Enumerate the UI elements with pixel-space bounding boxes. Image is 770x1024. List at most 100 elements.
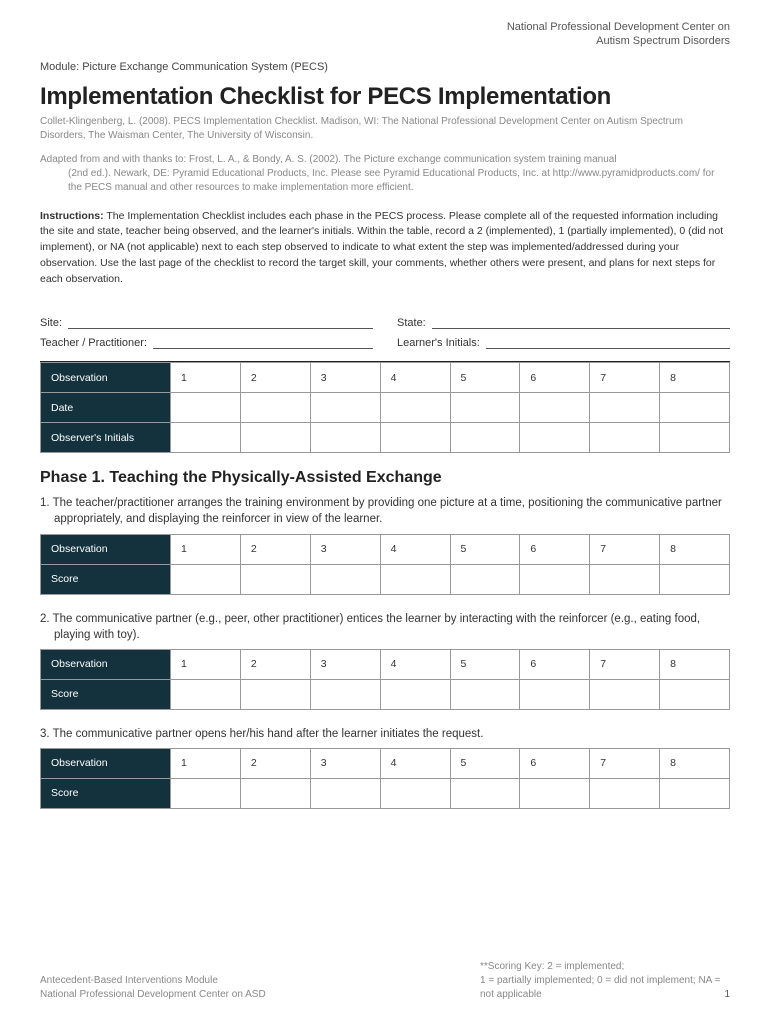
observation-date-table: Observation 1 2 3 4 5 6 7 8 Date Observe… [40, 362, 730, 453]
date-cell[interactable] [660, 393, 730, 423]
obs-col: 2 [240, 363, 310, 393]
adapted-lead: Adapted from and with thanks to: Frost, … [40, 154, 617, 165]
score-cell[interactable] [171, 778, 241, 808]
date-cell[interactable] [171, 393, 241, 423]
instructions-body: The Implementation Checklist includes ea… [40, 210, 723, 285]
score-cell[interactable] [171, 679, 241, 709]
score-cell[interactable] [380, 679, 450, 709]
step1-score-table: Observation 12345678 Score [40, 534, 730, 595]
teacher-input-line[interactable] [153, 335, 373, 349]
step-1: 1. The teacher/practitioner arranges the… [40, 495, 730, 527]
state-input-line[interactable] [432, 315, 730, 329]
score-cell[interactable] [310, 679, 380, 709]
obs-col: 6 [520, 649, 590, 679]
obs-col: 1 [171, 748, 241, 778]
date-cell[interactable] [310, 393, 380, 423]
scoring-key-line2: 1 = partially implemented; 0 = did not i… [480, 975, 720, 1000]
obs-col: 7 [590, 534, 660, 564]
score-cell[interactable] [660, 778, 730, 808]
org-line1: National Professional Development Center… [507, 21, 730, 33]
score-cell[interactable] [520, 679, 590, 709]
obs-col: 7 [590, 748, 660, 778]
obs-col: 4 [380, 748, 450, 778]
score-cell[interactable] [590, 679, 660, 709]
score-cell[interactable] [450, 564, 520, 594]
table-row: Observation 12345678 [41, 748, 730, 778]
obs-col: 5 [450, 534, 520, 564]
instructions-block: Instructions: The Implementation Checkli… [40, 209, 730, 288]
observer-cell[interactable] [590, 423, 660, 453]
obs-col: 8 [660, 748, 730, 778]
table-row: Score [41, 679, 730, 709]
table-row: Observation 12345678 [41, 534, 730, 564]
page-title: Implementation Checklist for PECS Implem… [40, 83, 730, 111]
score-cell[interactable] [660, 564, 730, 594]
table-row: Observer's Initials [41, 423, 730, 453]
date-cell[interactable] [590, 393, 660, 423]
row-header-observation: Observation [41, 748, 171, 778]
instructions-label: Instructions: [40, 210, 104, 222]
row-header-observation: Observation [41, 363, 171, 393]
org-header: National Professional Development Center… [40, 20, 730, 49]
score-cell[interactable] [590, 778, 660, 808]
score-cell[interactable] [520, 564, 590, 594]
score-cell[interactable] [380, 778, 450, 808]
obs-col: 8 [660, 534, 730, 564]
score-cell[interactable] [380, 564, 450, 594]
obs-col: 7 [590, 649, 660, 679]
page-number: 1 [724, 988, 730, 1002]
obs-col: 6 [520, 748, 590, 778]
state-label: State: [397, 317, 432, 329]
observer-cell[interactable] [450, 423, 520, 453]
obs-col: 7 [590, 363, 660, 393]
site-label: Site: [40, 317, 68, 329]
observer-cell[interactable] [520, 423, 590, 453]
obs-col: 4 [380, 363, 450, 393]
observer-cell[interactable] [171, 423, 241, 453]
row-header-date: Date [41, 393, 171, 423]
score-cell[interactable] [240, 679, 310, 709]
obs-col: 5 [450, 748, 520, 778]
obs-col: 8 [660, 649, 730, 679]
score-cell[interactable] [240, 778, 310, 808]
obs-col: 3 [310, 363, 380, 393]
page-footer: Antecedent-Based Interventions Module Na… [40, 960, 730, 1002]
date-cell[interactable] [380, 393, 450, 423]
score-cell[interactable] [520, 778, 590, 808]
table-row: Score [41, 564, 730, 594]
score-cell[interactable] [240, 564, 310, 594]
row-header-score: Score [41, 564, 171, 594]
obs-col: 6 [520, 363, 590, 393]
row-header-observer: Observer's Initials [41, 423, 171, 453]
score-cell[interactable] [590, 564, 660, 594]
obs-col: 1 [171, 534, 241, 564]
observer-cell[interactable] [310, 423, 380, 453]
step2-score-table: Observation 12345678 Score [40, 649, 730, 710]
observer-cell[interactable] [380, 423, 450, 453]
form-fields: Site: State: Teacher / Practitioner: Lea… [40, 315, 730, 349]
score-cell[interactable] [450, 778, 520, 808]
row-header-observation: Observation [41, 649, 171, 679]
date-cell[interactable] [450, 393, 520, 423]
score-cell[interactable] [310, 564, 380, 594]
scoring-key-line1: **Scoring Key: 2 = implemented; [480, 961, 624, 972]
score-cell[interactable] [171, 564, 241, 594]
score-cell[interactable] [450, 679, 520, 709]
score-cell[interactable] [660, 679, 730, 709]
site-input-line[interactable] [68, 315, 373, 329]
footer-scoring-key: **Scoring Key: 2 = implemented; 1 = part… [480, 960, 730, 1002]
obs-col: 8 [660, 363, 730, 393]
obs-col: 2 [240, 534, 310, 564]
step-2: 2. The communicative partner (e.g., peer… [40, 611, 730, 643]
field-learner: Learner's Initials: [397, 335, 730, 349]
observer-cell[interactable] [660, 423, 730, 453]
date-cell[interactable] [520, 393, 590, 423]
citation: Collet-Klingenberg, L. (2008). PECS Impl… [40, 115, 730, 143]
observer-cell[interactable] [240, 423, 310, 453]
date-cell[interactable] [240, 393, 310, 423]
footer-org: National Professional Development Center… [40, 989, 266, 1000]
score-cell[interactable] [310, 778, 380, 808]
footer-module: Antecedent-Based Interventions Module [40, 975, 218, 986]
step-3: 3. The communicative partner opens her/h… [40, 726, 730, 742]
learner-input-line[interactable] [486, 335, 730, 349]
